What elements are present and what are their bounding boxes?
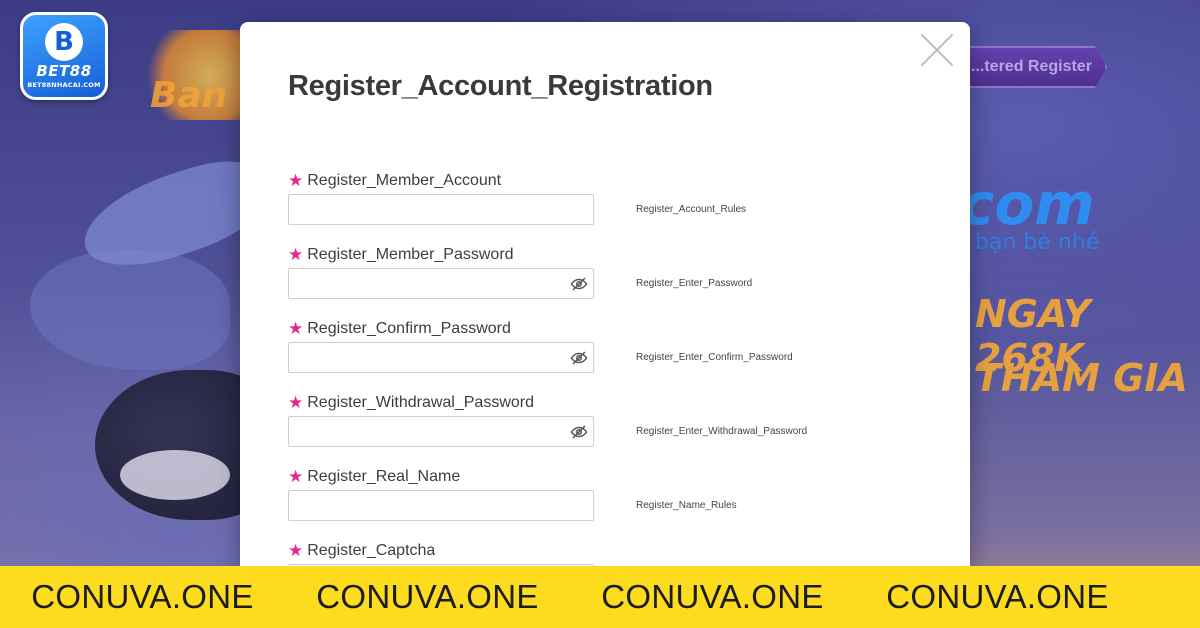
field-label: ★ Register_Real_Name	[288, 468, 460, 486]
background-domain-text: com	[960, 170, 1095, 238]
field-label: ★ Register_Captcha	[288, 542, 435, 560]
banner-domain-text: CONUVA.ONE	[316, 578, 539, 615]
game-logo-text: Ban	[150, 75, 228, 116]
field-member-password: ★ Register_Member_Password Register_Ente…	[288, 246, 848, 306]
background-whale-belly	[120, 450, 230, 500]
eye-slash-icon[interactable]	[570, 349, 588, 367]
banner-domain-text: CONUVA.ONE	[601, 578, 824, 615]
field-hint: Register_Name_Rules	[636, 500, 737, 511]
withdrawal-password-input[interactable]	[288, 416, 594, 447]
registration-modal: Register_Account_Registration ★ Register…	[240, 22, 970, 582]
field-label: ★ Register_Withdrawal_Password	[288, 394, 534, 412]
banner-domain-text: CONUVA.ONE	[886, 578, 1109, 615]
star-icon: ★	[288, 392, 304, 413]
field-real-name: ★ Register_Real_Name Register_Name_Rules	[288, 468, 848, 528]
brand-subtitle: BET88NHACAI.COM	[27, 81, 101, 89]
star-icon: ★	[288, 466, 304, 487]
field-label-text: Register_Member_Password	[307, 246, 514, 263]
brand-name: BET88	[36, 62, 92, 80]
star-icon: ★	[288, 318, 304, 339]
member-password-input[interactable]	[288, 268, 594, 299]
field-label-text: Register_Member_Account	[307, 172, 502, 189]
field-label: ★ Register_Member_Password	[288, 246, 514, 264]
background-promo-line-1: bạn bè nhé	[975, 230, 1100, 255]
brand-mark-icon: B	[45, 23, 83, 61]
field-withdrawal-password: ★ Register_Withdrawal_Password Register_…	[288, 394, 848, 454]
eye-slash-icon[interactable]	[570, 423, 588, 441]
field-label-text: Register_Real_Name	[307, 468, 461, 485]
field-label-text: Register_Withdrawal_Password	[307, 394, 535, 411]
star-icon: ★	[288, 540, 304, 561]
star-icon: ★	[288, 170, 304, 191]
banner-domain-text: CONUVA.ONE	[31, 578, 254, 615]
field-hint: Register_Enter_Confirm_Password	[636, 352, 793, 363]
field-hint: Register_Enter_Password	[636, 278, 753, 289]
field-hint: Register_Account_Rules	[636, 204, 747, 215]
member-account-input[interactable]	[288, 194, 594, 225]
bet88-logo: B BET88 BET88NHACAI.COM	[20, 12, 108, 100]
eye-slash-icon[interactable]	[570, 275, 588, 293]
field-hint: Register_Enter_Withdrawal_Password	[636, 426, 808, 437]
background-register-button: ...tered Register	[955, 46, 1107, 88]
close-icon[interactable]	[920, 32, 954, 66]
background-promo-line-3: THAM GIA	[975, 356, 1188, 400]
star-icon: ★	[288, 244, 304, 265]
confirm-password-input[interactable]	[288, 342, 594, 373]
real-name-input[interactable]	[288, 490, 594, 521]
modal-title: Register_Account_Registration	[288, 70, 713, 102]
field-member-account: ★ Register_Member_Account Register_Accou…	[288, 172, 848, 232]
field-label-text: Register_Confirm_Password	[307, 320, 511, 337]
domain-banner: CONUVA.ONE CONUVA.ONE CONUVA.ONE CONUVA.…	[0, 566, 1200, 628]
field-label: ★ Register_Confirm_Password	[288, 320, 511, 338]
field-label-text: Register_Captcha	[307, 542, 436, 559]
field-label: ★ Register_Member_Account	[288, 172, 501, 190]
field-confirm-password: ★ Register_Confirm_Password Register_Ent…	[288, 320, 848, 380]
